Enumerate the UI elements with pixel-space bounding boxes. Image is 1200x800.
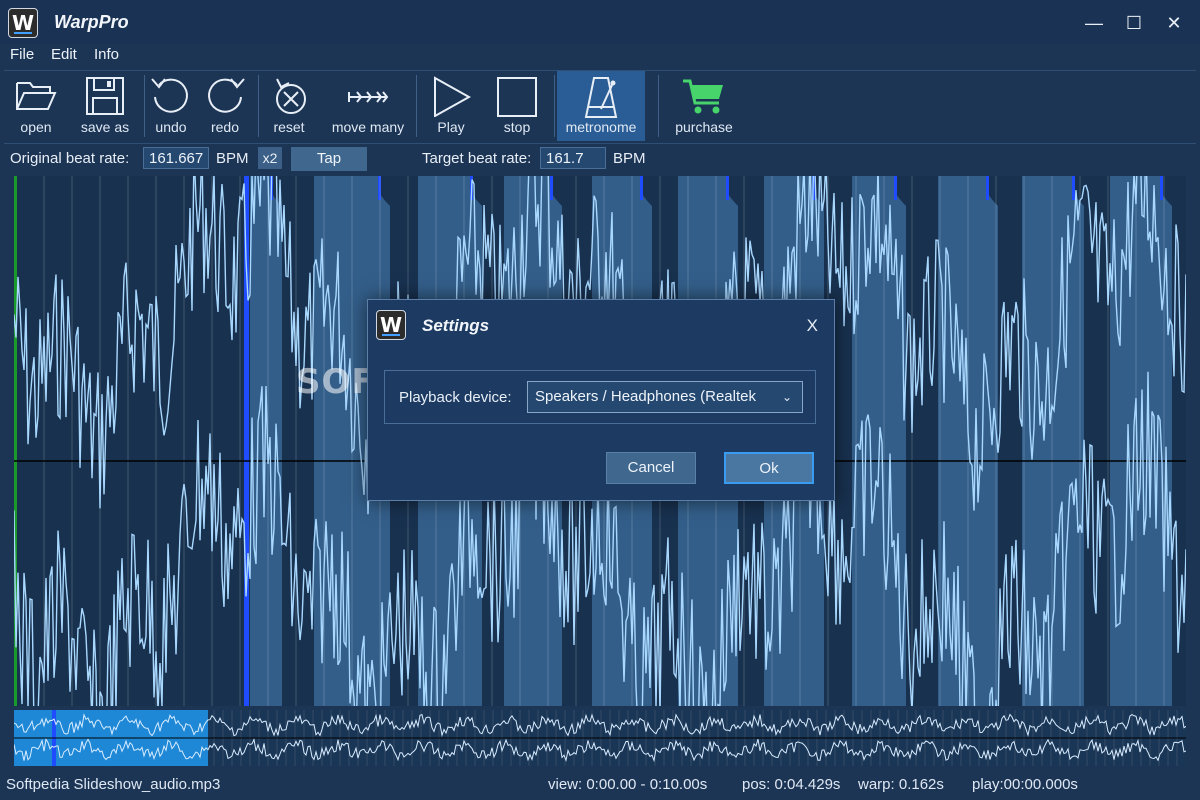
redo-button[interactable]: redo (200, 71, 250, 141)
playback-device-group: Playback device: Speakers / Headphones (… (384, 370, 816, 424)
title-bar: W WarpPro — ☐ ✕ (0, 0, 1200, 44)
cancel-button[interactable]: Cancel (606, 452, 696, 484)
beat-handle (1160, 176, 1163, 200)
toolbar-separator (144, 75, 145, 137)
beat-rate-bar: Original beat rate: 161.667 BPM x2 Tap T… (0, 144, 1200, 172)
overview-canvas[interactable] (14, 710, 1186, 766)
menu-bar: File Edit Info (0, 44, 1200, 68)
close-button[interactable]: ✕ (1154, 8, 1194, 38)
bpm-unit-label: BPM (216, 150, 249, 167)
toolbar-separator (554, 75, 555, 137)
status-file-name: Softpedia Slideshow_audio.mp3 (6, 776, 221, 793)
toolbar-separator (258, 75, 259, 137)
play-icon (434, 76, 472, 117)
beat-handle (1072, 176, 1075, 200)
purchase-label: purchase (675, 119, 733, 135)
redo-label: redo (210, 119, 240, 135)
minimize-button[interactable]: — (1074, 8, 1114, 38)
reset-button[interactable]: reset (266, 71, 312, 141)
settings-dialog: W Settings X Playback device: Speakers /… (367, 299, 835, 501)
playback-device-select[interactable]: Speakers / Headphones (Realtek ⌄ (527, 381, 803, 413)
move-many-button[interactable]: move many (320, 71, 416, 141)
toolbar: open save as undo redo reset move many P… (4, 70, 1196, 144)
stop-icon (497, 77, 537, 117)
beat-handle (550, 176, 553, 200)
status-warp: warp: 0.162s (858, 776, 944, 793)
dialog-title: Settings (422, 316, 490, 335)
toolbar-separator (416, 75, 417, 137)
beat-handle (986, 176, 989, 200)
dialog-logo-letter: W (379, 313, 403, 337)
floppy-disk-icon (86, 77, 124, 115)
metronome-label: metronome (565, 119, 637, 135)
target-beat-rate-input[interactable]: 161.7 (540, 147, 606, 169)
original-beat-rate-label: Original beat rate: (10, 150, 130, 167)
metronome-button[interactable]: metronome (557, 71, 645, 141)
folder-icon (16, 82, 57, 110)
maximize-button[interactable]: ☐ (1114, 8, 1154, 38)
dialog-app-logo: W (376, 310, 406, 340)
undo-button[interactable]: undo (146, 71, 196, 141)
chevron-down-icon: ⌄ (781, 390, 792, 404)
status-play-time: play:00:00.000s (972, 776, 1078, 793)
status-position: pos: 0:04.429s (742, 776, 841, 793)
open-button[interactable]: open (8, 71, 64, 141)
save-as-button[interactable]: save as (74, 71, 136, 141)
menu-file[interactable]: File (10, 46, 34, 63)
reset-icon (276, 78, 306, 114)
save-as-label: save as (80, 119, 130, 135)
reset-label: reset (273, 119, 305, 135)
redo-icon (208, 78, 245, 113)
app-title: WarpPro (54, 12, 129, 32)
beat-handle (726, 176, 729, 200)
menu-edit[interactable]: Edit (51, 46, 77, 63)
menu-info[interactable]: Info (94, 46, 119, 63)
dialog-close-button[interactable]: X (807, 316, 818, 336)
beat-handle (894, 176, 897, 200)
beat-handle (640, 176, 643, 200)
double-tempo-button[interactable]: x2 (258, 147, 282, 169)
shopping-cart-icon (683, 79, 723, 114)
open-label: open (20, 119, 52, 135)
move-many-icon (348, 91, 389, 103)
original-beat-rate-input[interactable]: 161.667 (143, 147, 209, 169)
play-label: Play (437, 119, 465, 135)
purchase-button[interactable]: purchase (666, 71, 742, 141)
target-beat-rate-label: Target beat rate: (422, 150, 532, 167)
playback-device-label: Playback device: (399, 389, 512, 406)
move-many-label: move many (331, 119, 405, 135)
target-bpm-unit-label: BPM (613, 150, 646, 167)
metronome-icon (584, 77, 618, 118)
toolbar-separator (658, 75, 659, 137)
undo-label: undo (155, 119, 187, 135)
playback-device-value: Speakers / Headphones (Realtek (535, 388, 756, 405)
stop-label: stop (503, 119, 531, 135)
overview-waveform[interactable] (14, 710, 1186, 766)
undo-icon (151, 78, 188, 113)
play-button[interactable]: Play (424, 71, 478, 141)
status-bar: Softpedia Slideshow_audio.mp3 view: 0:00… (0, 770, 1200, 800)
stop-button[interactable]: stop (490, 71, 544, 141)
app-logo-letter: W (11, 11, 35, 35)
app-logo: W (8, 8, 38, 38)
ok-button[interactable]: Ok (724, 452, 814, 484)
status-view-range: view: 0:00.00 - 0:10.00s (548, 776, 708, 793)
tap-button[interactable]: Tap (291, 147, 367, 171)
